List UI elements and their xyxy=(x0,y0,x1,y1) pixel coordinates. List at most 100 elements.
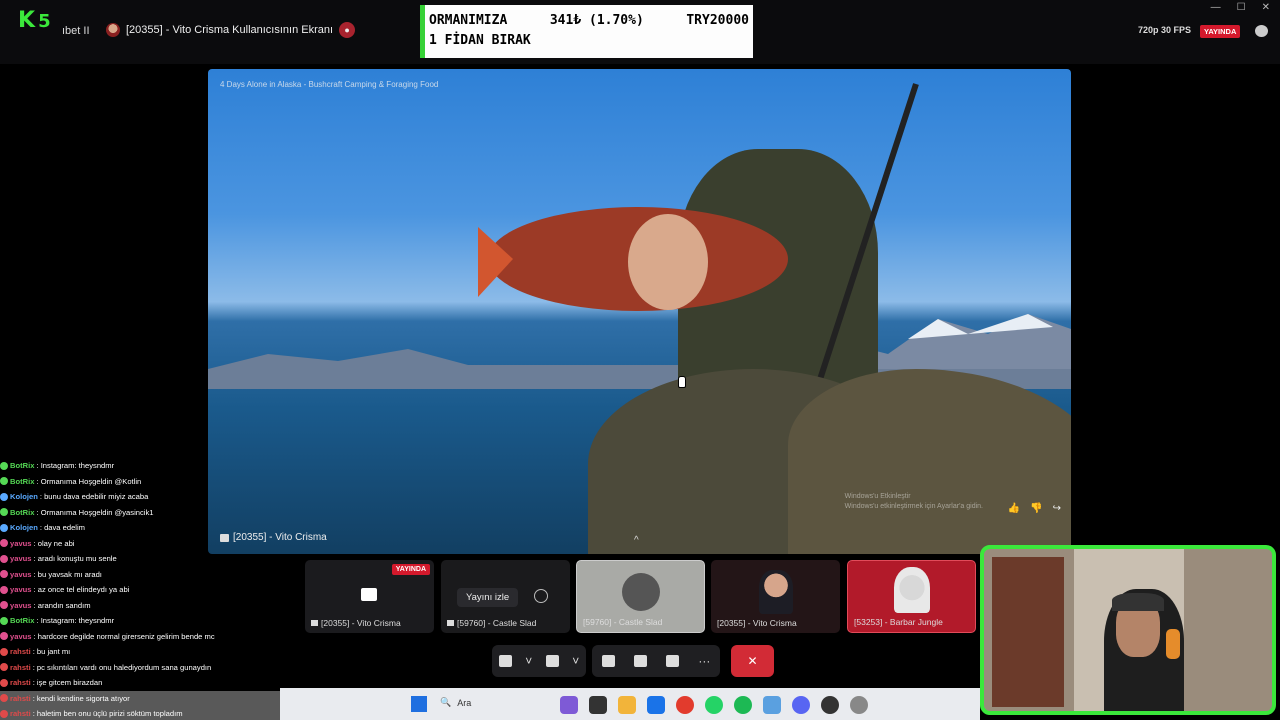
chat-text: : Ormanıma Hoşgeldin @Kotlin xyxy=(36,476,142,486)
user-badge-icon xyxy=(0,601,8,610)
chat-overlay: BotRix: Instagram: theysndmr BotRix: Orma… xyxy=(0,458,280,720)
chat-username[interactable]: rahsti xyxy=(10,691,31,707)
microphone-icon[interactable] xyxy=(498,655,512,667)
share-screen-icon[interactable] xyxy=(601,655,615,667)
chat-message: Kolojen: bunu dava edebilir miyiz acaba xyxy=(0,489,280,505)
top-bar: K5 ıbet II [20355] - Vito Crisma Kullanı… xyxy=(0,0,1280,64)
logo-number: 5 xyxy=(38,11,50,32)
screen-share-video[interactable]: 4 Days Alone in Alaska - Bushcraft Campi… xyxy=(208,69,1071,554)
chat-username[interactable]: BotRix xyxy=(10,474,34,490)
chat-message: rahsti: pc sıkıntıları vardı onu halediy… xyxy=(0,660,280,676)
previous-window-title[interactable]: ıbet II xyxy=(62,25,90,37)
chat-text: : kendi kendine sigorta atıyor xyxy=(32,693,130,703)
obs-icon[interactable] xyxy=(821,696,839,714)
watch-stream-button[interactable]: Yayını izle xyxy=(457,588,519,607)
soundboard-icon[interactable] xyxy=(666,655,680,667)
camera-off-icon[interactable] xyxy=(545,655,559,667)
chat-username[interactable]: yavus xyxy=(10,582,32,598)
chat-message: rahsti: haletim ben onu üçlü pirizi sökt… xyxy=(0,706,280,720)
chat-text: : bunu dava edebilir miyiz acaba xyxy=(39,492,149,501)
whatsapp-icon[interactable] xyxy=(705,696,723,714)
watch-preview-icon[interactable] xyxy=(534,589,548,603)
chat-text: : Ormanıma Hoşgeldin @yasincik1 xyxy=(36,507,154,517)
chat-text: : hardcore degilde normal girerseniz gel… xyxy=(33,631,215,641)
chat-username[interactable]: Kolojen xyxy=(10,489,38,505)
participant-tile[interactable]: [53253] - Barbar Jungle xyxy=(847,560,976,633)
chat-username[interactable]: rahsti xyxy=(10,706,31,720)
participant-tile[interactable]: Yayını izle [59760] - Castle Slad xyxy=(441,560,570,633)
chat-text: : haletim ben onu üçlü pirizi söktüm top… xyxy=(32,709,183,718)
thumbs-down-icon[interactable]: 👎 xyxy=(1030,503,1042,514)
chat-message: yavus: aradı konuştu mu senle xyxy=(0,551,280,567)
chat-username[interactable]: yavus xyxy=(10,629,32,645)
settings-icon[interactable] xyxy=(850,696,868,714)
chat-username[interactable]: yavus xyxy=(10,551,32,567)
chat-text: : Instagram: theysndmr xyxy=(36,461,115,470)
user-badge-icon xyxy=(0,477,8,486)
chat-username[interactable]: rahsti xyxy=(10,644,31,660)
monitor-icon xyxy=(361,588,377,601)
chat-text: : bu yavsak mı aradı xyxy=(33,569,102,579)
participant-name: [20355] - Vito Crisma xyxy=(321,618,401,628)
network-icon[interactable] xyxy=(763,696,781,714)
watermark-line-1: Windows'u Etkinleştir xyxy=(844,493,911,500)
chat-message: rahsti: kendi kendine sigorta atıyor xyxy=(0,690,280,707)
chevron-down-icon[interactable]: ˅ xyxy=(525,654,532,668)
chat-username[interactable]: Kolojen xyxy=(10,520,38,536)
donation-goal: TRY20000 xyxy=(686,13,749,28)
chat-username[interactable]: yavus xyxy=(10,567,32,583)
live-indicator-icon: ● xyxy=(339,22,356,38)
watermark-line-2: Windows'u etkinleştirmek için Ayarlar'a … xyxy=(844,503,983,510)
avatar xyxy=(894,567,930,613)
chat-username[interactable]: rahsti xyxy=(10,660,31,676)
chat-username[interactable]: yavus xyxy=(10,598,32,614)
chat-username[interactable]: yavus xyxy=(10,536,32,552)
task-view-icon[interactable] xyxy=(589,696,607,714)
chevron-up-icon[interactable]: ^ xyxy=(634,535,639,546)
donation-goal-widget: ORMANIMIZA 341₺ (1.70%) TRY20000 1 FİDAN… xyxy=(420,5,753,58)
avatar xyxy=(759,570,793,614)
mouse-cursor xyxy=(678,376,686,388)
chat-message: yavus: bu yavsak mı aradı xyxy=(0,567,280,583)
taskbar-search[interactable]: 🔍 Ara xyxy=(440,697,471,708)
discord-icon[interactable] xyxy=(792,696,810,714)
user-badge-icon xyxy=(0,647,8,656)
screen-share-icon xyxy=(447,620,454,626)
store-icon[interactable] xyxy=(647,696,665,714)
chat-message: yavus: az once tel elindeydı ya abi xyxy=(0,582,280,598)
copilot-icon[interactable] xyxy=(560,696,578,714)
chat-message: yavus: hardcore degilde normal girerseni… xyxy=(0,629,280,645)
file-explorer-icon[interactable] xyxy=(618,696,636,714)
participant-tile[interactable]: YAYINDA [20355] - Vito Crisma xyxy=(305,560,434,633)
more-options-button[interactable]: ··· xyxy=(698,654,710,668)
share-icon[interactable]: ↪ xyxy=(1053,503,1061,514)
chat-text: : arandın sandım xyxy=(33,600,91,610)
thumbs-up-icon[interactable]: 👍 xyxy=(1008,503,1020,514)
chat-text: : olay ne abi xyxy=(33,538,75,548)
search-placeholder: Ara xyxy=(457,697,472,708)
participant-tile[interactable]: [59760] - Castle Slad xyxy=(576,560,705,633)
minimize-button[interactable]: — xyxy=(1211,2,1221,13)
chat-text: : dava edelim xyxy=(39,523,86,532)
user-badge-icon xyxy=(0,508,8,517)
headphone-icon xyxy=(1166,629,1180,659)
disconnect-button[interactable]: ✕ xyxy=(731,645,774,677)
chat-username[interactable]: rahsti xyxy=(10,675,31,691)
chat-username[interactable]: BotRix xyxy=(10,613,34,629)
windows-start-icon[interactable] xyxy=(411,696,427,712)
window-title: [20355] - Vito Crisma Kullanıcısının Ekr… xyxy=(106,22,356,38)
chat-icon[interactable] xyxy=(1255,25,1268,37)
user-badge-icon xyxy=(0,585,8,594)
close-button[interactable]: ✕ xyxy=(1262,2,1270,13)
chat-username[interactable]: BotRix xyxy=(10,458,34,474)
chevron-down-icon[interactable]: ˅ xyxy=(572,654,579,668)
chrome-icon[interactable] xyxy=(676,696,694,714)
maximize-button[interactable]: ☐ xyxy=(1237,2,1246,13)
participant-tile[interactable]: [20355] - Vito Crisma xyxy=(711,560,840,633)
chat-username[interactable]: BotRix xyxy=(10,505,34,521)
user-badge-icon xyxy=(0,632,8,641)
live-badge: YAYINDA xyxy=(391,564,430,575)
spotify-icon[interactable] xyxy=(734,696,752,714)
activities-icon[interactable] xyxy=(633,655,647,667)
chat-message: BotRix: Instagram: theysndmr xyxy=(0,613,280,629)
